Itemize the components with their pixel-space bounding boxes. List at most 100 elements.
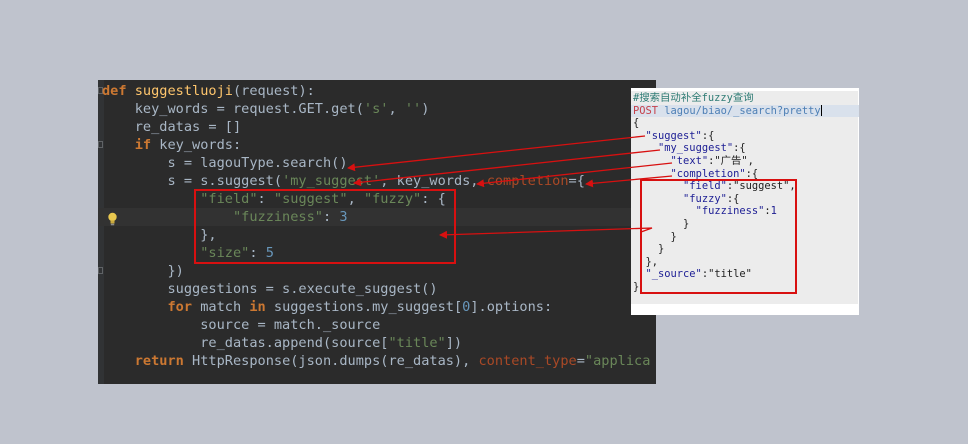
kibana-token [633,268,646,280]
code-token: (request): [232,83,315,99]
kibana-token [633,205,696,217]
code-line[interactable]: }, [98,226,656,244]
kibana-token: :{ [733,142,746,155]
code-line[interactable]: s = s.suggest('my_suggest', key_words, c… [98,172,656,190]
code-token: re_datas.append(source[ [102,335,389,351]
code-line[interactable]: re_datas.append(source["title"]) [98,334,656,352]
code-line-text: source = match._source [102,316,380,334]
kibana-token: { [633,117,640,130]
kibana-token: 1 [770,205,777,218]
code-line[interactable]: s = lagouType.search() [98,154,656,172]
code-token: match [192,299,250,315]
code-line[interactable]: for match in suggestions.my_suggest[0].o… [98,298,656,316]
code-line[interactable]: if key_words: [98,136,656,154]
code-token: "applica [584,353,651,369]
kibana-token: :{ [726,192,740,205]
kibana-line[interactable]: "text":"广告", [633,155,754,168]
kibana-token [633,130,646,142]
kibana-line[interactable]: #搜索自动补全fuzzy查询 [633,92,754,105]
code-line[interactable]: "field": "suggest", "fuzzy": { [98,190,656,208]
code-line[interactable]: return HttpResponse(json.dumps(re_datas)… [98,352,656,370]
code-token: 'my_suggest' [282,173,381,189]
code-line-text: for match in suggestions.my_suggest[0].o… [102,298,552,316]
kibana-line[interactable]: "field":"suggest", [633,180,796,193]
kibana-token [633,180,683,192]
code-token: ={ [568,173,585,189]
code-token: suggestions.my_suggest[ [265,299,463,315]
code-line-text: "fuzziness": 3 [102,208,348,226]
kibana-token: "completion" [670,167,746,180]
kibana-token: POST [633,104,659,117]
kibana-line[interactable]: } [633,218,689,231]
code-line-text: key_words = request.GET.get('s', '') [102,100,430,118]
kibana-line[interactable]: "suggest":{ [633,129,715,143]
code-token: : [249,245,266,261]
code-token: content_type [478,353,577,369]
kibana-token: "field" [683,180,727,193]
kibana-line[interactable]: } [633,243,664,256]
code-token: key_words = request.GET.get( [102,101,364,117]
code-token: }, [102,227,217,243]
kibana-token: } [633,218,690,230]
kibana-line[interactable]: "fuzziness":1 [633,205,777,218]
kibana-line[interactable]: } [633,281,639,294]
kibana-line[interactable]: POST lagou/biao/_search?pretty [631,104,859,118]
code-line-text: s = lagouType.search() [102,154,347,172]
code-line[interactable]: }) [98,262,656,280]
kibana-token: "广告" [714,155,748,167]
kibana-token: , [789,180,796,193]
kibana-token: "_source" [645,268,702,281]
code-line[interactable]: "fuzziness": 3 [98,208,656,226]
code-line-text: def suggestluoji(request): [102,82,315,100]
code-editor[interactable]: def suggestluoji(request): key_words = r… [98,80,656,384]
code-token: , [388,101,405,117]
kibana-token: "suggest" [645,129,702,142]
kibana-token: }, [633,255,659,268]
kibana-line[interactable]: } [633,231,677,244]
code-token: def [102,83,135,99]
code-token: ].options: [470,299,553,315]
kibana-token: :{ [701,129,715,142]
code-line-text: }) [102,262,183,280]
kibana-console-panel[interactable]: #搜索自动补全fuzzy查询 POST lagou/biao/_search?pr… [631,88,859,315]
code-token: in [249,299,266,315]
code-token: key_words: [151,137,242,153]
code-line-text: }, [102,226,217,244]
code-token: "fuzziness" [232,209,323,225]
kibana-token: "suggest" [733,180,790,193]
code-token: : [257,191,274,207]
code-line[interactable]: source = match._source [98,316,656,334]
code-token: if [134,137,152,153]
code-line-text: s = s.suggest('my_suggest', key_words, c… [102,172,585,190]
kibana-line[interactable]: "my_suggest":{ [633,142,746,155]
kibana-token [633,155,671,167]
kibana-line[interactable]: }, [633,255,659,269]
code-line-text: re_datas = [] [102,118,241,136]
code-line[interactable]: suggestions = s.execute_suggest() [98,280,656,298]
kibana-line[interactable]: "fuzzy":{ [633,193,739,206]
code-line-text: suggestions = s.execute_suggest() [102,280,437,298]
kibana-line[interactable]: { [633,117,639,130]
text-cursor [820,105,822,117]
lightbulb-icon[interactable] [107,212,118,226]
code-token: "suggest" [273,191,348,207]
kibana-line[interactable]: "_source":"title" [633,268,752,281]
code-line[interactable]: key_words = request.GET.get('s', '') [98,100,656,118]
code-line[interactable]: "size": 5 [98,244,656,262]
code-token: , key_words, [380,173,487,189]
kibana-token: } [633,281,640,293]
code-line[interactable]: re_datas = [] [98,118,656,136]
code-token: source = match._source [102,317,381,333]
code-line-text: re_datas.append(source["title"]) [102,334,462,352]
code-token: "field" [200,191,258,207]
code-line[interactable]: def suggestluoji(request): [98,82,656,100]
code-line-text: "field": "suggest", "fuzzy": { [102,190,446,208]
kibana-line[interactable]: "completion":{ [633,167,759,181]
kibana-token [633,168,671,180]
